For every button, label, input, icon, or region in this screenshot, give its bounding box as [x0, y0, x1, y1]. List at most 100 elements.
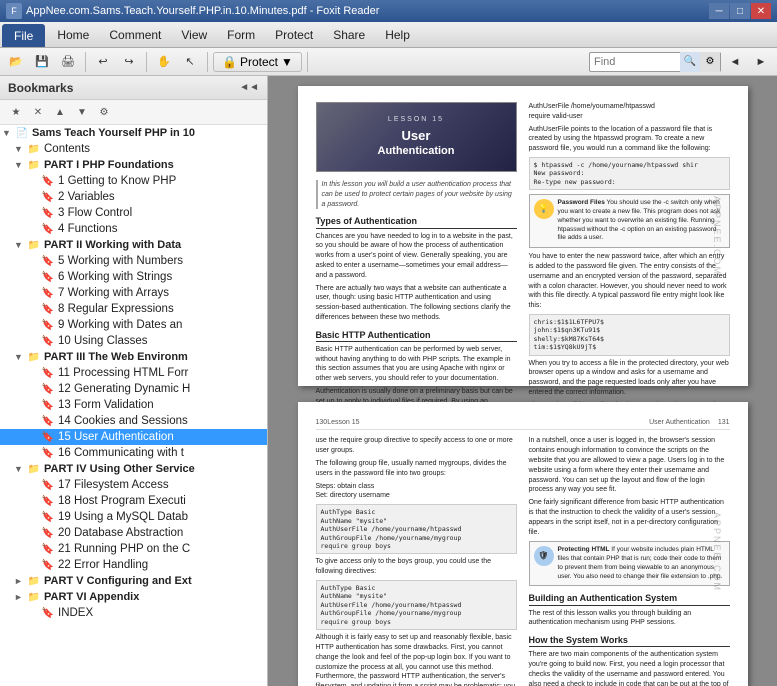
tree-ch14-label: 14 Cookies and Sessions	[58, 415, 188, 427]
tree-ch4[interactable]: 🔖 4 Functions	[0, 221, 267, 237]
passwd-example: chris:$1$1L6TFPU7$ john:$1$qn3KTu91$ she…	[529, 314, 730, 356]
p2-text-2: The following group file, usually named …	[316, 459, 517, 479]
nav-next-button[interactable]: ►	[749, 51, 773, 73]
tree-part3[interactable]: ▼ 📁 PART III The Web Environm	[0, 349, 267, 365]
ch10-icon: 🔖	[40, 334, 56, 348]
bookmark-down-button[interactable]: ▼	[72, 103, 92, 121]
basic-http-heading: Basic HTTP Authentication	[316, 329, 517, 342]
menu-comment[interactable]: Comment	[99, 22, 171, 47]
bookmark-up-button[interactable]: ▲	[50, 103, 70, 121]
search-button[interactable]: 🔍	[680, 52, 700, 72]
tree-ch11[interactable]: 🔖 11 Processing HTML Forr	[0, 365, 267, 381]
tree-ch10-label: 10 Using Classes	[58, 335, 147, 347]
part4-arrow: ▼	[14, 464, 26, 474]
protect-label: Protect	[240, 55, 278, 69]
pdf-page2-left: use the require group directive to speci…	[316, 436, 517, 686]
tree-ch1[interactable]: 🔖 1 Getting to Know PHP	[0, 173, 267, 189]
tree-contents[interactable]: ▼ 📁 Contents	[0, 141, 267, 157]
close-button[interactable]: ✕	[751, 3, 771, 19]
tree-index-label: INDEX	[58, 607, 93, 619]
types-text2: There are actually two ways that a websi…	[316, 284, 517, 323]
menu-share[interactable]: Share	[323, 22, 375, 47]
menu-protect[interactable]: Protect	[265, 22, 323, 47]
app-icon: F	[6, 3, 22, 19]
undo-button[interactable]: ↩	[91, 51, 115, 73]
part5-icon: 📁	[26, 574, 42, 588]
search-box[interactable]: 🔍 ⚙	[589, 52, 721, 72]
bookmark-add-button[interactable]: ★	[6, 103, 26, 121]
tree-ch17[interactable]: 🔖 17 Filesystem Access	[0, 477, 267, 493]
tree-part5[interactable]: ► 📁 PART V Configuring and Ext	[0, 573, 267, 589]
p2-text-4: Although it is fairly easy to set up and…	[316, 633, 517, 686]
redo-button[interactable]: ↪	[117, 51, 141, 73]
ch9-icon: 🔖	[40, 318, 56, 332]
content-area[interactable]: Lesson 15 User Authentication In this le…	[268, 76, 777, 686]
sidebar: Bookmarks ◄◄ ★ ✕ ▲ ▼ ⚙ ▼ 📄 Sams Teach Yo…	[0, 76, 268, 686]
tree-part1[interactable]: ▼ 📁 PART I PHP Foundations	[0, 157, 267, 173]
protect-button[interactable]: 🔒 Protect ▼	[213, 52, 302, 72]
tree-ch13[interactable]: 🔖 13 Form Validation	[0, 397, 267, 413]
sidebar-content[interactable]: ▼ 📄 Sams Teach Yourself PHP in 10 ▼ 📁 Co…	[0, 125, 267, 686]
tree-ch2-label: 2 Variables	[58, 191, 115, 203]
tree-ch8[interactable]: 🔖 8 Regular Expressions	[0, 301, 267, 317]
tree-ch2[interactable]: 🔖 2 Variables	[0, 189, 267, 205]
nav-prev-button[interactable]: ◄	[723, 51, 747, 73]
ch11-icon: 🔖	[40, 366, 56, 380]
types-text: Chances are you have needed to log in to…	[316, 232, 517, 281]
menu-form[interactable]: Form	[217, 22, 265, 47]
sidebar-header-icons: ◄◄	[239, 82, 259, 93]
select-tool-button[interactable]: ↖	[178, 51, 202, 73]
search-input[interactable]	[590, 56, 680, 68]
tree-ch5[interactable]: 🔖 5 Working with Numbers	[0, 253, 267, 269]
menu-view[interactable]: View	[171, 22, 217, 47]
tree-ch22[interactable]: 🔖 22 Error Handling	[0, 557, 267, 573]
tree-ch9[interactable]: 🔖 9 Working with Dates an	[0, 317, 267, 333]
p2-text-steps: Steps: obtain classSet: directory userna…	[316, 482, 517, 502]
p2r-text-3: The rest of this lesson walks you throug…	[529, 609, 730, 629]
tree-part2-label: PART II Working with Data	[44, 239, 181, 251]
tree-ch3[interactable]: 🔖 3 Flow Control	[0, 205, 267, 221]
bookmark-delete-button[interactable]: ✕	[28, 103, 48, 121]
tree-ch16[interactable]: 🔖 16 Communicating with t	[0, 445, 267, 461]
search-settings-button[interactable]: ⚙	[700, 52, 720, 72]
menu-home[interactable]: Home	[47, 22, 99, 47]
protect-tip-icon: 🛡	[534, 546, 554, 566]
save-button[interactable]: 💾	[30, 51, 54, 73]
tree-ch14[interactable]: 🔖 14 Cookies and Sessions	[0, 413, 267, 429]
tree-part4[interactable]: ▼ 📁 PART IV Using Other Service	[0, 461, 267, 477]
print-button[interactable]: 🖨	[56, 51, 80, 73]
tree-ch6[interactable]: 🔖 6 Working with Strings	[0, 269, 267, 285]
ch18-icon: 🔖	[40, 494, 56, 508]
tree-part6[interactable]: ► 📁 PART VI Appendix	[0, 589, 267, 605]
sidebar-collapse-icon[interactable]: ◄◄	[239, 82, 259, 93]
tree-ch21[interactable]: 🔖 21 Running PHP on the C	[0, 541, 267, 557]
bookmark-settings-button[interactable]: ⚙	[94, 103, 114, 121]
title-bar: F AppNee.com.Sams.Teach.Yourself.PHP.in.…	[0, 0, 777, 22]
title-controls[interactable]: ─ □ ✕	[709, 3, 771, 19]
part1-arrow: ▼	[14, 160, 26, 170]
tree-ch12[interactable]: 🔖 12 Generating Dynamic H	[0, 381, 267, 397]
open-button[interactable]: 📂	[4, 51, 28, 73]
tree-ch20[interactable]: 🔖 20 Database Abstraction	[0, 525, 267, 541]
menu-file[interactable]: File	[2, 24, 45, 47]
tree-ch7[interactable]: 🔖 7 Working with Arrays	[0, 285, 267, 301]
ch15-icon: 🔖	[40, 430, 56, 444]
tree-ch15[interactable]: 🔖 15 User Authentication	[0, 429, 267, 445]
ch5-icon: 🔖	[40, 254, 56, 268]
maximize-button[interactable]: □	[730, 3, 750, 19]
tree-ch19[interactable]: 🔖 19 Using a MySQL Datab	[0, 509, 267, 525]
tree-index[interactable]: 🔖 INDEX	[0, 605, 267, 621]
tree-root[interactable]: ▼ 📄 Sams Teach Yourself PHP in 10	[0, 125, 267, 141]
ch20-icon: 🔖	[40, 526, 56, 540]
tree-ch18[interactable]: 🔖 18 Host Program Executi	[0, 493, 267, 509]
tree-ch7-label: 7 Working with Arrays	[58, 287, 169, 299]
ch14-icon: 🔖	[40, 414, 56, 428]
menu-help[interactable]: Help	[375, 22, 420, 47]
minimize-button[interactable]: ─	[709, 3, 729, 19]
part1-icon: 📁	[26, 158, 42, 172]
hand-tool-button[interactable]: ✋	[152, 51, 176, 73]
toolbar: 📂 💾 🖨 ↩ ↪ ✋ ↖ 🔒 Protect ▼ 🔍 ⚙ ◄ ►	[0, 48, 777, 76]
tree-root-label: Sams Teach Yourself PHP in 10	[32, 127, 195, 139]
tree-part2[interactable]: ▼ 📁 PART II Working with Data	[0, 237, 267, 253]
tree-ch10[interactable]: 🔖 10 Using Classes	[0, 333, 267, 349]
